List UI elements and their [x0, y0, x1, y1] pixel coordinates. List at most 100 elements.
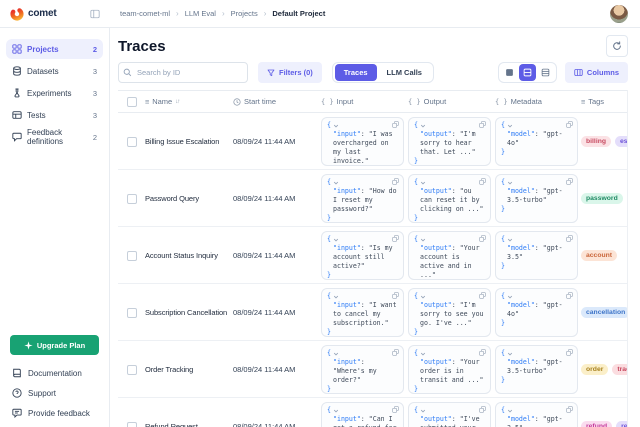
copy-icon[interactable] — [566, 406, 573, 413]
breadcrumb-projects[interactable]: Projects — [231, 9, 258, 18]
metadata-json-cell[interactable]: {"model": "gpt-3.5"} — [495, 231, 578, 280]
tag-badge[interactable]: escalation — [615, 136, 627, 147]
input-json-cell[interactable]: {"input": "How do I reset my password?"} — [321, 174, 404, 223]
chevron-down-icon[interactable] — [333, 180, 339, 186]
row-checkbox[interactable] — [127, 365, 137, 375]
output-json-cell[interactable]: {"output": "Your account is active and i… — [408, 231, 491, 280]
user-avatar[interactable] — [610, 5, 628, 23]
collapse-sidebar-icon[interactable] — [90, 9, 100, 19]
filters-button[interactable]: Filters (0) — [258, 62, 322, 83]
row-checkbox[interactable] — [127, 251, 137, 261]
input-json-cell[interactable]: {"input": "Is my account still active?"} — [321, 231, 404, 280]
col-header-output[interactable]: { } Output — [408, 97, 495, 106]
copy-icon[interactable] — [566, 235, 573, 242]
chevron-down-icon[interactable] — [420, 123, 426, 129]
chevron-down-icon[interactable] — [420, 237, 426, 243]
copy-icon[interactable] — [392, 121, 399, 128]
input-json-cell[interactable]: {"input": "I want to cancel my subscript… — [321, 288, 404, 337]
tag-badge[interactable]: request — [616, 421, 627, 427]
copy-icon[interactable] — [479, 349, 486, 356]
sidebar-item-support[interactable]: Support — [0, 383, 109, 403]
sidebar-item-feedback-definitions[interactable]: Feedback definitions 2 — [6, 127, 103, 147]
metadata-json-cell[interactable]: {"model": "gpt-3.5"} — [495, 402, 578, 427]
output-json-cell[interactable]: {"output": "I'm sorry to hear that. Let … — [408, 117, 491, 166]
copy-icon[interactable] — [479, 292, 486, 299]
table-row[interactable]: Account Status Inquiry08/09/24 11:44 AM{… — [118, 227, 627, 284]
chevron-down-icon[interactable] — [333, 294, 339, 300]
chevron-down-icon[interactable] — [420, 180, 426, 186]
output-json-cell[interactable]: {"output": "ou can reset it by clicking … — [408, 174, 491, 223]
density-medium-button[interactable] — [519, 64, 536, 81]
tag-badge[interactable]: account — [581, 250, 617, 261]
chevron-down-icon[interactable] — [333, 351, 339, 357]
row-checkbox[interactable] — [127, 194, 137, 204]
table-row[interactable]: Password Query08/09/24 11:44 AM{"input":… — [118, 170, 627, 227]
table-row[interactable]: Billing Issue Escalation08/09/24 11:44 A… — [118, 113, 627, 170]
upgrade-plan-button[interactable]: Upgrade Plan — [10, 335, 99, 355]
col-header-tags[interactable]: ≡ Tags — [581, 97, 627, 106]
copy-icon[interactable] — [392, 406, 399, 413]
comet-logo[interactable]: comet — [10, 7, 56, 21]
sidebar-item-documentation[interactable]: Documentation — [0, 363, 109, 383]
sidebar-item-experiments[interactable]: Experiments 3 — [6, 83, 103, 103]
density-large-button[interactable] — [537, 64, 554, 81]
copy-icon[interactable] — [479, 235, 486, 242]
chevron-down-icon[interactable] — [420, 408, 426, 414]
copy-icon[interactable] — [479, 406, 486, 413]
copy-icon[interactable] — [392, 349, 399, 356]
row-checkbox[interactable] — [127, 422, 137, 427]
copy-icon[interactable] — [392, 292, 399, 299]
search-input[interactable] — [118, 62, 248, 83]
input-json-cell[interactable]: {"input": "Where's my order?"} — [321, 345, 404, 394]
col-header-input[interactable]: { } Input — [321, 97, 408, 106]
row-checkbox[interactable] — [127, 308, 137, 318]
sort-icon[interactable]: ↓↑ — [175, 99, 179, 105]
copy-icon[interactable] — [566, 178, 573, 185]
tag-badge[interactable]: password — [581, 193, 623, 204]
output-json-cell[interactable]: {"output": "I'm sorry to see you go. I'v… — [408, 288, 491, 337]
copy-icon[interactable] — [566, 349, 573, 356]
breadcrumb-section[interactable]: LLM Eval — [185, 9, 216, 18]
col-header-metadata[interactable]: { } Metadata — [495, 97, 581, 106]
chevron-down-icon[interactable] — [333, 123, 339, 129]
chevron-down-icon[interactable] — [507, 294, 513, 300]
breadcrumb-workspace[interactable]: team-comet-ml — [120, 9, 170, 18]
tag-badge[interactable]: order — [581, 364, 608, 375]
copy-icon[interactable] — [392, 178, 399, 185]
chevron-down-icon[interactable] — [333, 408, 339, 414]
metadata-json-cell[interactable]: {"model": "gpt-3.5-turbo"} — [495, 345, 578, 394]
sidebar-item-projects[interactable]: Projects 2 — [6, 39, 103, 59]
copy-icon[interactable] — [566, 121, 573, 128]
output-json-cell[interactable]: {"output": "I've submitted your refund r… — [408, 402, 491, 427]
tab-llm-calls[interactable]: LLM Calls — [378, 64, 431, 81]
input-json-cell[interactable]: {"input": "Can I get a refund for my las… — [321, 402, 404, 427]
copy-icon[interactable] — [566, 292, 573, 299]
refresh-button[interactable] — [606, 35, 628, 57]
table-row[interactable]: Order Tracking08/09/24 11:44 AM{"input":… — [118, 341, 627, 398]
col-header-name[interactable]: ≡ Name ↓↑ — [145, 97, 233, 106]
metadata-json-cell[interactable]: {"model": "gpt-4o"} — [495, 117, 578, 166]
select-all-checkbox[interactable] — [127, 97, 137, 107]
input-json-cell[interactable]: {"input": "I was overcharged on my last … — [321, 117, 404, 166]
metadata-json-cell[interactable]: {"model": "gpt-4o"} — [495, 288, 578, 337]
output-json-cell[interactable]: {"output": "Your order is in transit and… — [408, 345, 491, 394]
chevron-down-icon[interactable] — [507, 180, 513, 186]
col-header-start-time[interactable]: Start time — [233, 97, 321, 106]
row-checkbox[interactable] — [127, 137, 137, 147]
metadata-json-cell[interactable]: {"model": "gpt-3.5-turbo"} — [495, 174, 578, 223]
chevron-down-icon[interactable] — [507, 237, 513, 243]
tag-badge[interactable]: refund — [581, 421, 612, 427]
density-compact-button[interactable] — [501, 64, 518, 81]
chevron-down-icon[interactable] — [507, 408, 513, 414]
tab-traces[interactable]: Traces — [335, 64, 377, 81]
chevron-down-icon[interactable] — [507, 123, 513, 129]
table-row[interactable]: Refund Request08/09/24 11:44 AM{"input":… — [118, 398, 627, 427]
table-row[interactable]: Subscription Cancellation08/09/24 11:44 … — [118, 284, 627, 341]
chevron-down-icon[interactable] — [507, 351, 513, 357]
columns-button[interactable]: Columns — [565, 62, 628, 83]
sidebar-item-datasets[interactable]: Datasets 3 — [6, 61, 103, 81]
chevron-down-icon[interactable] — [333, 237, 339, 243]
tag-badge[interactable]: cancellation — [581, 307, 627, 318]
copy-icon[interactable] — [392, 235, 399, 242]
copy-icon[interactable] — [479, 121, 486, 128]
